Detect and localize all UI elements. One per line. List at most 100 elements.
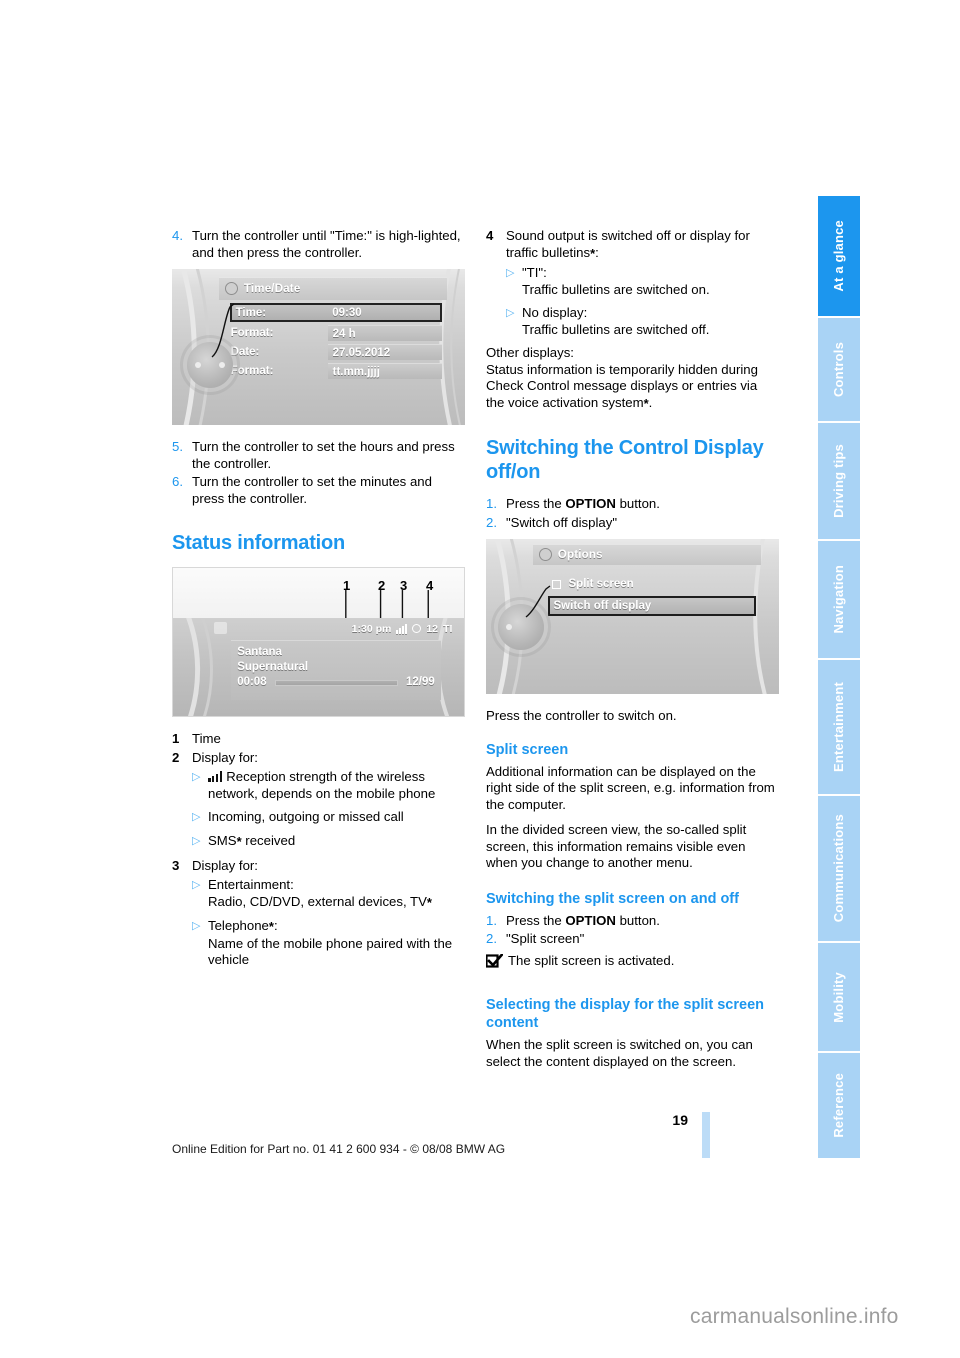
split-screen-confirmation: The split screen is activated. bbox=[486, 953, 674, 970]
sidebar-tab-reference[interactable]: Reference bbox=[818, 1053, 860, 1158]
procedure-step-6: 6. Turn the controller to set the minute… bbox=[172, 474, 465, 507]
right-text-column: 4 Sound output is switched off or displa… bbox=[486, 228, 779, 1079]
bullet-label: Reception strength of the wireless netwo… bbox=[208, 769, 436, 801]
procedure-step-4: 4. Turn the controller until "Time:" is … bbox=[172, 228, 465, 261]
step-text: Turn the controller to set the hours and… bbox=[192, 439, 455, 471]
idrive-status-screen: 1:30 pm 12 TI Santana Supernatural 00:08… bbox=[173, 612, 464, 716]
media-album: Supernatural bbox=[237, 661, 309, 674]
status-traffic-indicator: TI bbox=[443, 622, 453, 635]
split-step-2: 2. "Split screen" bbox=[486, 931, 779, 948]
media-info-panel: Santana Supernatural 00:08 12/99 bbox=[231, 640, 441, 700]
press-controller-text: Press the controller to switch on. bbox=[486, 708, 677, 723]
media-artist: Santana bbox=[237, 646, 282, 659]
step-number: 5. bbox=[172, 439, 183, 454]
sidebar-tab-controls[interactable]: Controls bbox=[818, 318, 860, 422]
bullet-item: ▷ Telephone*: Name of the mobile phone p… bbox=[192, 918, 465, 969]
legend-item-1: 1 Time bbox=[172, 731, 465, 748]
step-text: Turn the controller until "Time:" is hig… bbox=[192, 228, 461, 260]
left-text-column: 4. Turn the controller until "Time:" is … bbox=[172, 228, 465, 976]
option-button-label: OPTION bbox=[565, 496, 616, 511]
split-screen-body-1: Additional information can be displayed … bbox=[486, 763, 775, 812]
figure-status-information: 1 2 3 4 1:30 pm 12 TI Santana Supernatur… bbox=[172, 567, 465, 717]
triangle-bullet-icon: ▷ bbox=[192, 920, 201, 932]
switching-step-2: 2. "Switch off display" bbox=[486, 515, 779, 532]
legend-text: Display for: bbox=[192, 857, 258, 873]
step-text-pre: Press the bbox=[506, 912, 566, 928]
status-bar: 1:30 pm 12 TI bbox=[211, 621, 453, 636]
legend-number: 3 bbox=[172, 857, 180, 873]
callout-ticks bbox=[345, 590, 429, 620]
legend-3-bullets: ▷ Entertainment: Radio, CD/DVD, external… bbox=[192, 877, 465, 969]
legend-number: 1 bbox=[172, 731, 180, 746]
legend-item-4: 4 Sound output is switched off or displa… bbox=[486, 228, 779, 262]
media-progress-line: 00:08 12/99 bbox=[237, 675, 435, 690]
triangle-bullet-icon: ▷ bbox=[506, 267, 515, 279]
media-album-line: Supernatural bbox=[237, 660, 435, 675]
sidebar-tab-at-a-glance[interactable]: At a glance bbox=[818, 196, 860, 317]
signal-bars-icon bbox=[396, 623, 408, 634]
legend-number: 2 bbox=[172, 749, 180, 765]
bullet-item: ▷ Entertainment: Radio, CD/DVD, external… bbox=[192, 877, 465, 911]
edition-credit-line: Online Edition for Part no. 01 41 2 600 … bbox=[172, 1142, 506, 1156]
sidebar-tab-label: Reference bbox=[831, 1073, 846, 1138]
bullet-text: Telephone*: Name of the mobile phone pai… bbox=[208, 918, 453, 967]
step-number: 4. bbox=[172, 228, 183, 243]
bullet-item: ▷ "TI": Traffic bulletins are switched o… bbox=[506, 265, 779, 298]
triangle-bullet-icon: ▷ bbox=[506, 307, 515, 319]
bullet-item: ▷ SMS* received bbox=[192, 833, 465, 851]
checkmark-box-icon bbox=[486, 953, 503, 968]
legend-text: Display for: bbox=[192, 749, 258, 765]
step-text-post: button. bbox=[615, 496, 660, 511]
sidebar-tab-mobility[interactable]: Mobility bbox=[818, 942, 860, 1052]
track-progress-bar bbox=[274, 679, 398, 686]
figure-time-date-screen: Time/Date Time: 09:30 Format: 24 h Date: bbox=[172, 269, 465, 425]
legend-text: Time bbox=[192, 731, 221, 746]
step-text: Press the OPTION button. bbox=[506, 496, 779, 513]
sidebar-tab-label: At a glance bbox=[831, 220, 846, 293]
legend-4-bullets: ▷ "TI": Traffic bulletins are switched o… bbox=[506, 265, 779, 338]
status-temperature: 12 bbox=[426, 622, 439, 635]
triangle-bullet-icon: ▷ bbox=[192, 811, 201, 823]
option-button-label: OPTION bbox=[565, 912, 616, 928]
sidebar-tab-label: Communications bbox=[831, 813, 846, 923]
sidebar-tab-entertainment[interactable]: Entertainment bbox=[818, 660, 860, 794]
idrive-options-screen: Options Split screen Switch off display bbox=[486, 539, 779, 694]
manual-page: At a glance Controls Driving tips Naviga… bbox=[0, 0, 960, 1358]
legend-item-2: 2 Display for: bbox=[172, 750, 465, 767]
page-marker-bar bbox=[702, 1112, 710, 1158]
idrive-screen: Time/Date Time: 09:30 Format: 24 h Date: bbox=[172, 269, 465, 425]
legend-number: 4 bbox=[486, 228, 494, 243]
step-text-post: button. bbox=[615, 912, 660, 928]
triangle-bullet-icon: ▷ bbox=[192, 771, 201, 783]
figure-options-screen: Options Split screen Switch off display bbox=[486, 539, 779, 694]
bullet-text: Incoming, outgoing or missed call bbox=[208, 809, 404, 824]
media-elapsed: 00:08 bbox=[237, 676, 267, 689]
bullet-text: Reception strength of the wireless netwo… bbox=[208, 769, 465, 802]
bullet-text: SMS* received bbox=[208, 833, 296, 849]
compass-icon bbox=[412, 624, 422, 634]
bullet-text: "TI": Traffic bulletins are switched on. bbox=[522, 265, 710, 297]
triangle-bullet-icon: ▷ bbox=[192, 835, 201, 847]
other-displays-label: Other displays: bbox=[486, 345, 574, 360]
sidebar-tab-navigation[interactable]: Navigation bbox=[818, 540, 860, 659]
heading-selecting-display: Selecting the display for the split scre… bbox=[486, 997, 764, 1031]
section-tab-strip: At a glance Controls Driving tips Naviga… bbox=[818, 196, 860, 1160]
selecting-body: When the split screen is switched on, yo… bbox=[486, 1037, 753, 1069]
procedure-step-5: 5. Turn the controller to set the hours … bbox=[172, 439, 465, 472]
sidebar-tab-label: Mobility bbox=[831, 971, 846, 1023]
heading-switching-split-screen: Switching the split screen on and off bbox=[486, 890, 739, 907]
sidebar-tab-communications[interactable]: Communications bbox=[818, 795, 860, 941]
legend-text: Sound output is switched off or display … bbox=[506, 228, 750, 261]
other-displays-body: Status information is temporarily hidden… bbox=[486, 361, 758, 411]
step-number: 2. bbox=[486, 931, 497, 946]
callout-leader-line bbox=[211, 303, 235, 358]
bullet-item: ▷ Reception strength of the wireless net… bbox=[192, 769, 465, 802]
sidebar-tab-driving-tips[interactable]: Driving tips bbox=[818, 423, 860, 539]
sidebar-tab-label: Entertainment bbox=[831, 681, 846, 772]
step-number: 1. bbox=[486, 496, 497, 511]
split-step-1: 1. Press the OPTION button. bbox=[486, 913, 779, 930]
heading-switching-control-display: Switching the Control Display off/on bbox=[486, 437, 764, 483]
bullet-item: ▷ No display: Traffic bulletins are swit… bbox=[506, 305, 779, 338]
step-number: 6. bbox=[172, 474, 183, 489]
bullet-text: No display: Traffic bulletins are switch… bbox=[522, 305, 710, 337]
